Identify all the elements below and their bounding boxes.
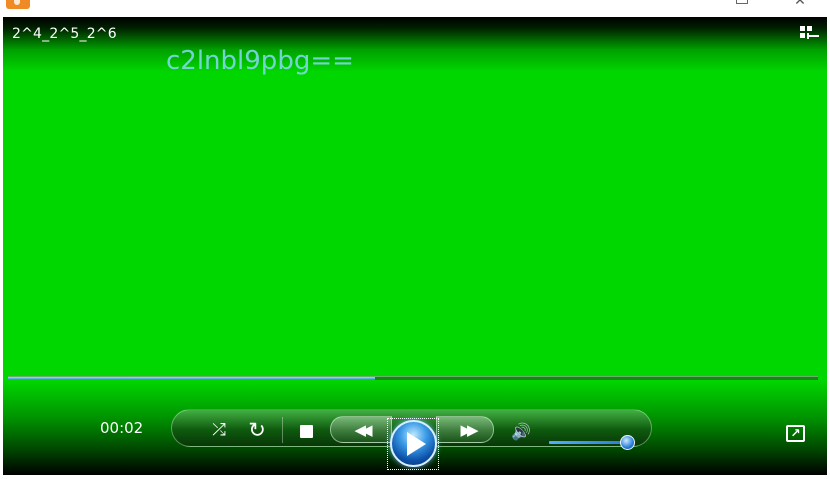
- top-overlay: [3, 17, 827, 72]
- stop-icon[interactable]: [296, 421, 316, 441]
- volume-icon[interactable]: 🔊: [508, 419, 534, 443]
- seek-bar-progress: [8, 377, 376, 380]
- previous-icon[interactable]: ◀◀: [343, 418, 379, 442]
- media-title: 2^4_2^5_2^6: [12, 26, 117, 42]
- maximize-button[interactable]: [731, 0, 751, 8]
- shuffle-icon[interactable]: ⤮: [207, 418, 231, 442]
- fullscreen-icon[interactable]: ↗: [786, 425, 805, 442]
- volume-slider[interactable]: [549, 441, 629, 444]
- video-area[interactable]: 2^4_2^5_2^6 c2lnbl9pbg==: [3, 17, 827, 475]
- app-icon: [6, 0, 30, 9]
- volume-slider-thumb[interactable]: [620, 435, 635, 450]
- video-watermark-text: c2lnbl9pbg==: [166, 46, 354, 76]
- seek-bar[interactable]: [8, 376, 818, 380]
- switch-to-library-icon[interactable]: [800, 26, 820, 42]
- repeat-icon[interactable]: ↻: [244, 417, 270, 443]
- control-divider: [282, 417, 283, 443]
- elapsed-time: 00:02: [100, 419, 144, 437]
- play-icon: [406, 431, 426, 456]
- close-button[interactable]: ✕: [790, 0, 810, 8]
- next-icon[interactable]: ▶▶: [449, 418, 485, 442]
- window-titlebar: ✕: [0, 0, 830, 17]
- volume-level: [549, 441, 625, 444]
- play-button[interactable]: [390, 420, 437, 467]
